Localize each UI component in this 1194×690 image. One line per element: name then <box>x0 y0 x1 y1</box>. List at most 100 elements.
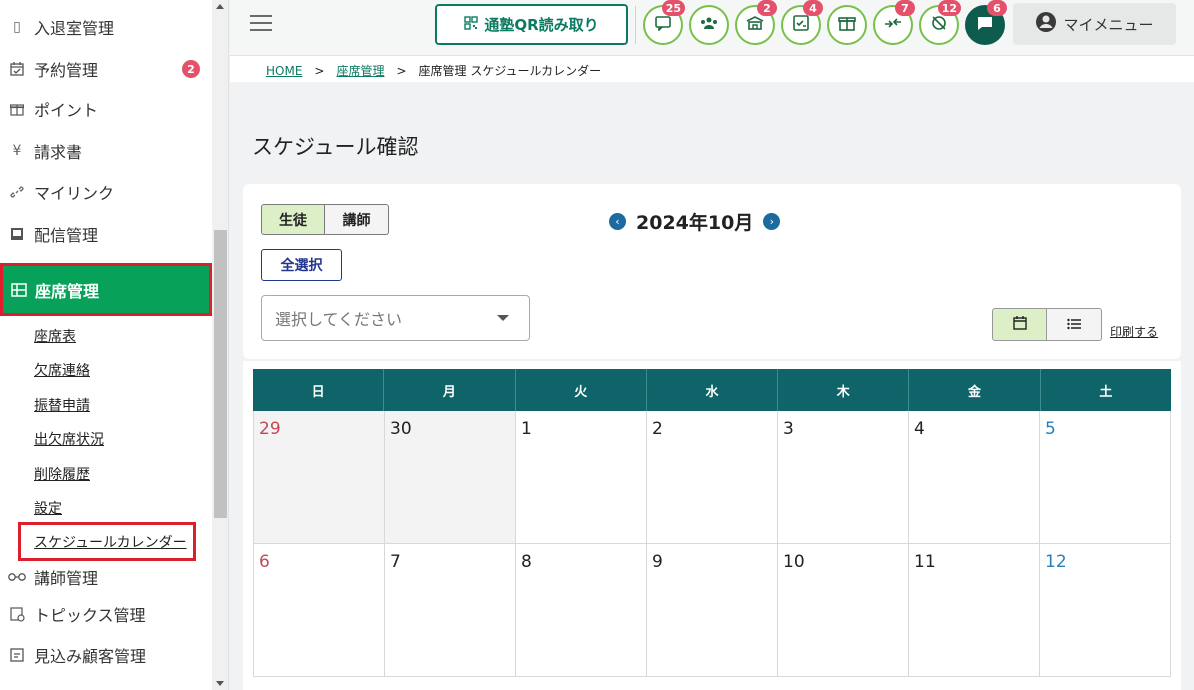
sidebar-item-reservation[interactable]: 予約管理 2 <box>0 49 212 89</box>
calendar-week: 6 7 8 9 10 11 12 <box>253 544 1171 677</box>
sidebar-item-mylink[interactable]: マイリンク <box>0 172 212 212</box>
chevron-right-icon: > <box>314 63 325 78</box>
my-menu-button[interactable]: マイメニュー <box>1013 3 1176 45</box>
reservation-badge: 2 <box>182 60 200 78</box>
breadcrumb: HOME > 座席管理 > 座席管理 スケジュールカレンダー <box>266 62 601 79</box>
swap-badge: 7 <box>895 0 915 16</box>
calendar-day[interactable]: 1 <box>516 411 647 543</box>
scroll-thumb[interactable] <box>214 230 227 518</box>
select-all-button[interactable]: 全選択 <box>261 249 342 281</box>
chevron-right-icon: > <box>396 63 407 78</box>
subnav-attendance-status[interactable]: 出欠席状況 <box>34 429 104 449</box>
calendar-day[interactable]: 30 <box>385 411 516 543</box>
account-circle-icon <box>1035 11 1057 37</box>
dropdown-caret-icon <box>497 315 509 321</box>
calendar-day[interactable]: 5 <box>1040 411 1171 543</box>
header-chat-button[interactable]: 25 <box>643 0 685 45</box>
weekday-sat: 土 <box>1099 384 1113 400</box>
calendar-day[interactable]: 2 <box>647 411 778 543</box>
qr-code-icon <box>464 15 479 34</box>
prev-month-icon[interactable]: ‹ <box>609 213 626 230</box>
gift-icon <box>838 15 856 35</box>
sidebar-item-topics[interactable]: トピックス管理 <box>0 594 212 634</box>
subnav-seat-chart[interactable]: 座席表 <box>34 326 76 346</box>
calendar-day[interactable]: 3 <box>778 411 909 543</box>
print-link[interactable]: 印刷する <box>1110 323 1158 340</box>
sidebar: ▯ 入退室管理 予約管理 2 ポイント ¥ 請求書 マイリンク 配信管理 座席管… <box>0 0 212 690</box>
calendar-panel: 日 月 火 水 木 金 土 29 30 1 2 3 4 5 6 7 8 9 10… <box>243 361 1181 690</box>
student-select[interactable]: 選択してください <box>261 295 530 341</box>
gift-icon <box>0 102 34 116</box>
header-swap-button[interactable]: 7 <box>873 0 915 45</box>
calendar-day[interactable]: 7 <box>385 544 516 676</box>
header-gift-button[interactable] <box>827 5 867 45</box>
sidebar-item-entry-exit[interactable]: ▯ 入退室管理 <box>0 7 212 47</box>
chat-badge: 25 <box>661 0 685 16</box>
calendar-day[interactable]: 12 <box>1040 544 1171 676</box>
sidebar-scrollbar[interactable] <box>212 0 229 690</box>
header-school-button[interactable]: 2 <box>735 0 777 45</box>
group-icon <box>699 16 719 34</box>
view-toggle <box>992 308 1102 341</box>
header-divider <box>635 6 636 44</box>
calendar-day[interactable]: 8 <box>516 544 647 676</box>
calendar-check-icon <box>0 62 34 76</box>
header-checklist-button[interactable]: 4 <box>781 0 823 45</box>
weekday-fri: 金 <box>909 369 1041 411</box>
checklist-icon <box>792 15 810 35</box>
subnav-schedule-calendar[interactable]: スケジュールカレンダー <box>18 522 196 561</box>
toggle-teacher-button[interactable]: 講師 <box>325 204 389 235</box>
subnav-transfer-request[interactable]: 振替申請 <box>34 395 90 415</box>
breadcrumb-current: 座席管理 スケジュールカレンダー <box>418 64 602 78</box>
select-placeholder: 選択してください <box>275 310 403 329</box>
header-no-location-button[interactable]: 12 <box>919 0 961 45</box>
sidebar-item-prospects[interactable]: 見込み顧客管理 <box>0 635 212 675</box>
subnav-deletion-history[interactable]: 削除履歴 <box>34 464 90 484</box>
role-toggle: 生徒 講師 <box>261 204 389 235</box>
sidebar-item-points[interactable]: ポイント <box>0 89 212 129</box>
calendar-day[interactable]: 4 <box>909 411 1040 543</box>
weekday-wed: 水 <box>647 369 779 411</box>
calendar-day[interactable]: 10 <box>778 544 909 676</box>
calendar-grid: 日 月 火 水 木 金 土 29 30 1 2 3 4 5 6 7 8 9 10… <box>253 369 1171 677</box>
calendar-icon <box>1012 315 1027 334</box>
sidebar-item-invoice[interactable]: ¥ 請求書 <box>0 131 212 171</box>
link-icon <box>0 185 34 199</box>
scroll-up-icon[interactable] <box>216 4 224 9</box>
school-badge: 2 <box>757 0 777 16</box>
calendar-day[interactable]: 6 <box>253 544 385 676</box>
qr-scan-button[interactable]: 通塾QR読み取り <box>435 4 628 45</box>
month-label: 2024年10月 <box>636 212 754 234</box>
calendar-day[interactable]: 29 <box>253 411 385 543</box>
subnav-settings[interactable]: 設定 <box>34 498 62 518</box>
list-icon <box>1067 315 1081 334</box>
weekday-tue: 火 <box>516 369 647 411</box>
chat-icon <box>654 15 672 35</box>
toggle-student-button[interactable]: 生徒 <box>261 204 325 235</box>
calendar-week: 29 30 1 2 3 4 5 <box>253 411 1171 544</box>
calendar-day[interactable]: 11 <box>909 544 1040 676</box>
message-badge: 6 <box>987 0 1007 16</box>
phone-icon: ▯ <box>13 19 21 35</box>
header-group-button[interactable] <box>689 5 729 45</box>
calendar-view-button[interactable] <box>992 308 1047 341</box>
next-month-icon[interactable]: › <box>763 213 781 230</box>
sidebar-item-teacher-management[interactable]: 講師管理 <box>0 557 212 597</box>
subnav-absence-notice[interactable]: 欠席連絡 <box>34 360 90 380</box>
glasses-icon <box>0 572 34 582</box>
scroll-down-icon[interactable] <box>216 681 224 686</box>
prospect-icon <box>0 648 34 662</box>
list-view-button[interactable] <box>1047 308 1102 341</box>
school-icon <box>746 15 764 35</box>
sidebar-item-seat-management[interactable]: 座席管理 <box>0 263 212 316</box>
header-message-button[interactable]: 6 <box>965 0 1007 45</box>
weekday-mon: 月 <box>384 369 516 411</box>
hamburger-menu-icon[interactable] <box>250 15 272 31</box>
sidebar-item-distribution[interactable]: 配信管理 <box>0 214 212 254</box>
breadcrumb-home-link[interactable]: HOME <box>266 64 302 78</box>
calendar-day[interactable]: 9 <box>647 544 778 676</box>
checklist-badge: 4 <box>803 0 823 16</box>
breadcrumb-seat-link[interactable]: 座席管理 <box>336 62 384 79</box>
no-location-badge: 12 <box>937 0 961 16</box>
page-title: スケジュール確認 <box>252 135 419 159</box>
